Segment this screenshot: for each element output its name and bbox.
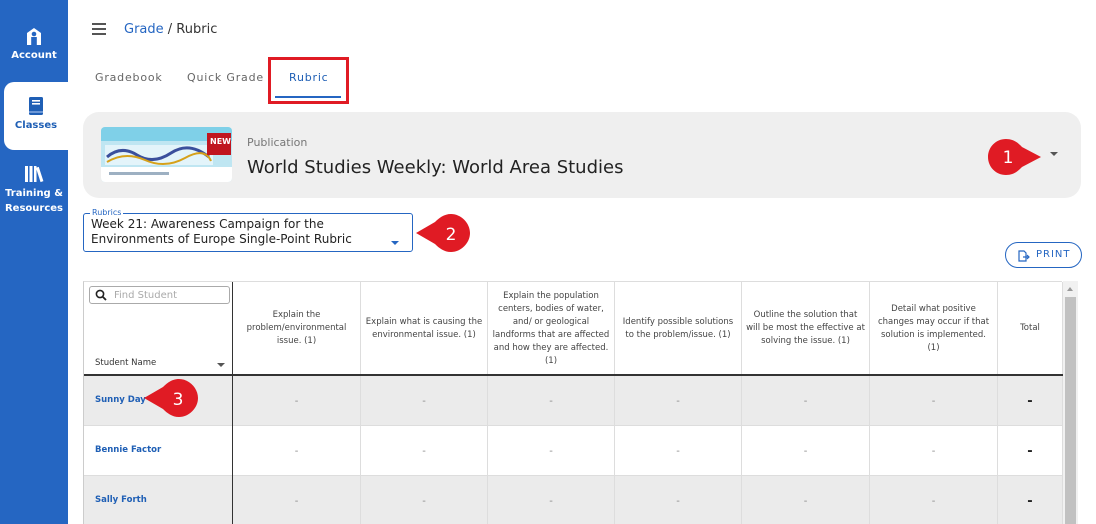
tab-quick-grade[interactable]: Quick Grade bbox=[187, 71, 264, 84]
criterion-header-5: Outline the solution that will be most t… bbox=[742, 282, 870, 375]
table-row: Sunny Day - - - - - - - bbox=[84, 376, 1063, 426]
publication-title: World Studies Weekly: World Area Studies bbox=[247, 157, 624, 178]
sidebar-item-account[interactable]: Account bbox=[0, 26, 68, 64]
print-button[interactable]: PRINT bbox=[1005, 242, 1082, 268]
chevron-down-icon bbox=[391, 241, 399, 245]
criterion-header-6: Detail what positive changes may occur i… bbox=[870, 282, 998, 375]
publication-image bbox=[101, 127, 232, 182]
score-cell[interactable]: - bbox=[870, 376, 998, 426]
callout-number: 1 bbox=[1003, 148, 1014, 168]
publication-card[interactable]: NEW Publication World Studies Weekly: Wo… bbox=[83, 112, 1081, 198]
callout-marker-1: 1 bbox=[988, 139, 1041, 175]
menu-icon[interactable] bbox=[92, 23, 106, 35]
callout-number: 3 bbox=[173, 390, 184, 410]
library-icon bbox=[25, 166, 44, 183]
total-cell: - bbox=[998, 476, 1063, 524]
total-cell: - bbox=[998, 426, 1063, 476]
tab-highlight-box bbox=[268, 57, 349, 104]
scrollbar-thumb[interactable] bbox=[1065, 297, 1076, 524]
sort-caret-icon[interactable] bbox=[217, 363, 225, 367]
sidebar-item-label: Classes bbox=[14, 120, 58, 131]
student-name-link[interactable]: Sally Forth bbox=[95, 495, 147, 505]
student-name-link[interactable]: Sunny Day bbox=[95, 395, 146, 405]
score-cell[interactable]: - bbox=[742, 476, 870, 524]
breadcrumb-current: Rubric bbox=[176, 22, 218, 37]
score-cell[interactable]: - bbox=[233, 376, 361, 426]
breadcrumb: Grade / Rubric bbox=[124, 22, 217, 37]
criterion-header-3: Explain the population centers, bodies o… bbox=[488, 282, 615, 375]
name-column-divider bbox=[232, 282, 233, 524]
search-icon bbox=[95, 289, 107, 301]
score-cell[interactable]: - bbox=[233, 476, 361, 524]
score-cell[interactable]: - bbox=[870, 476, 998, 524]
score-cell[interactable]: - bbox=[870, 426, 998, 476]
score-cell[interactable]: - bbox=[615, 426, 742, 476]
print-button-label: PRINT bbox=[1036, 249, 1071, 260]
score-cell[interactable]: - bbox=[488, 426, 615, 476]
sidebar: Account Classes Training & Resources bbox=[0, 0, 68, 524]
find-student-search[interactable] bbox=[89, 286, 230, 304]
criterion-header-4: Identify possible solutions to the probl… bbox=[615, 282, 742, 375]
sidebar-item-label: Training & bbox=[5, 188, 63, 199]
criterion-header-1: Explain the problem/environmental issue.… bbox=[233, 282, 361, 375]
breadcrumb-grade-link[interactable]: Grade bbox=[124, 22, 164, 37]
sidebar-item-label: Account bbox=[11, 50, 57, 61]
scroll-up-icon[interactable] bbox=[1067, 287, 1073, 291]
score-cell[interactable]: - bbox=[742, 426, 870, 476]
student-name-link[interactable]: Bennie Factor bbox=[95, 445, 161, 455]
callout-marker-2: 2 bbox=[416, 214, 470, 252]
callout-marker-3: 3 bbox=[144, 379, 198, 417]
score-cell[interactable]: - bbox=[615, 376, 742, 426]
score-cell[interactable]: - bbox=[361, 476, 488, 524]
find-student-input[interactable] bbox=[114, 288, 226, 302]
publication-thumbnail: NEW bbox=[101, 127, 232, 182]
score-cell[interactable]: - bbox=[361, 426, 488, 476]
total-header: Total bbox=[998, 282, 1063, 375]
score-cell[interactable]: - bbox=[488, 476, 615, 524]
app: Account Classes Training & Resources Gra… bbox=[0, 0, 1096, 524]
publication-label: Publication bbox=[247, 136, 308, 149]
total-cell: - bbox=[998, 376, 1063, 426]
sidebar-item-classes[interactable]: Classes bbox=[4, 82, 68, 150]
table-row: Bennie Factor - - - - - - - bbox=[84, 426, 1063, 476]
score-cell[interactable]: - bbox=[488, 376, 615, 426]
student-name-header: Student Name bbox=[95, 358, 157, 368]
tab-gradebook[interactable]: Gradebook bbox=[95, 71, 163, 84]
account-icon bbox=[27, 28, 41, 45]
sidebar-item-training[interactable]: Training & Resources bbox=[0, 164, 68, 216]
score-cell[interactable]: - bbox=[615, 476, 742, 524]
new-badge: NEW bbox=[210, 137, 231, 146]
callout-number: 2 bbox=[446, 225, 457, 245]
book-icon bbox=[29, 97, 43, 115]
print-icon bbox=[1018, 250, 1030, 262]
criterion-header-2: Explain what is causing the environmenta… bbox=[361, 282, 488, 375]
table-row: Sally Forth - - - - - - - bbox=[84, 476, 1063, 524]
score-cell[interactable]: - bbox=[742, 376, 870, 426]
rubric-select[interactable]: Rubrics Week 21: Awareness Campaign for … bbox=[83, 208, 413, 252]
rubric-select-value: Week 21: Awareness Campaign for the Envi… bbox=[91, 217, 352, 246]
score-cell[interactable]: - bbox=[361, 376, 488, 426]
table-scrollbar[interactable] bbox=[1063, 281, 1078, 524]
sidebar-item-label: Resources bbox=[4, 203, 64, 214]
score-cell[interactable]: - bbox=[233, 426, 361, 476]
breadcrumb-separator: / bbox=[163, 22, 177, 37]
chevron-down-icon[interactable] bbox=[1050, 152, 1058, 156]
rubric-table: Student Name Explain the problem/environ… bbox=[83, 281, 1063, 524]
